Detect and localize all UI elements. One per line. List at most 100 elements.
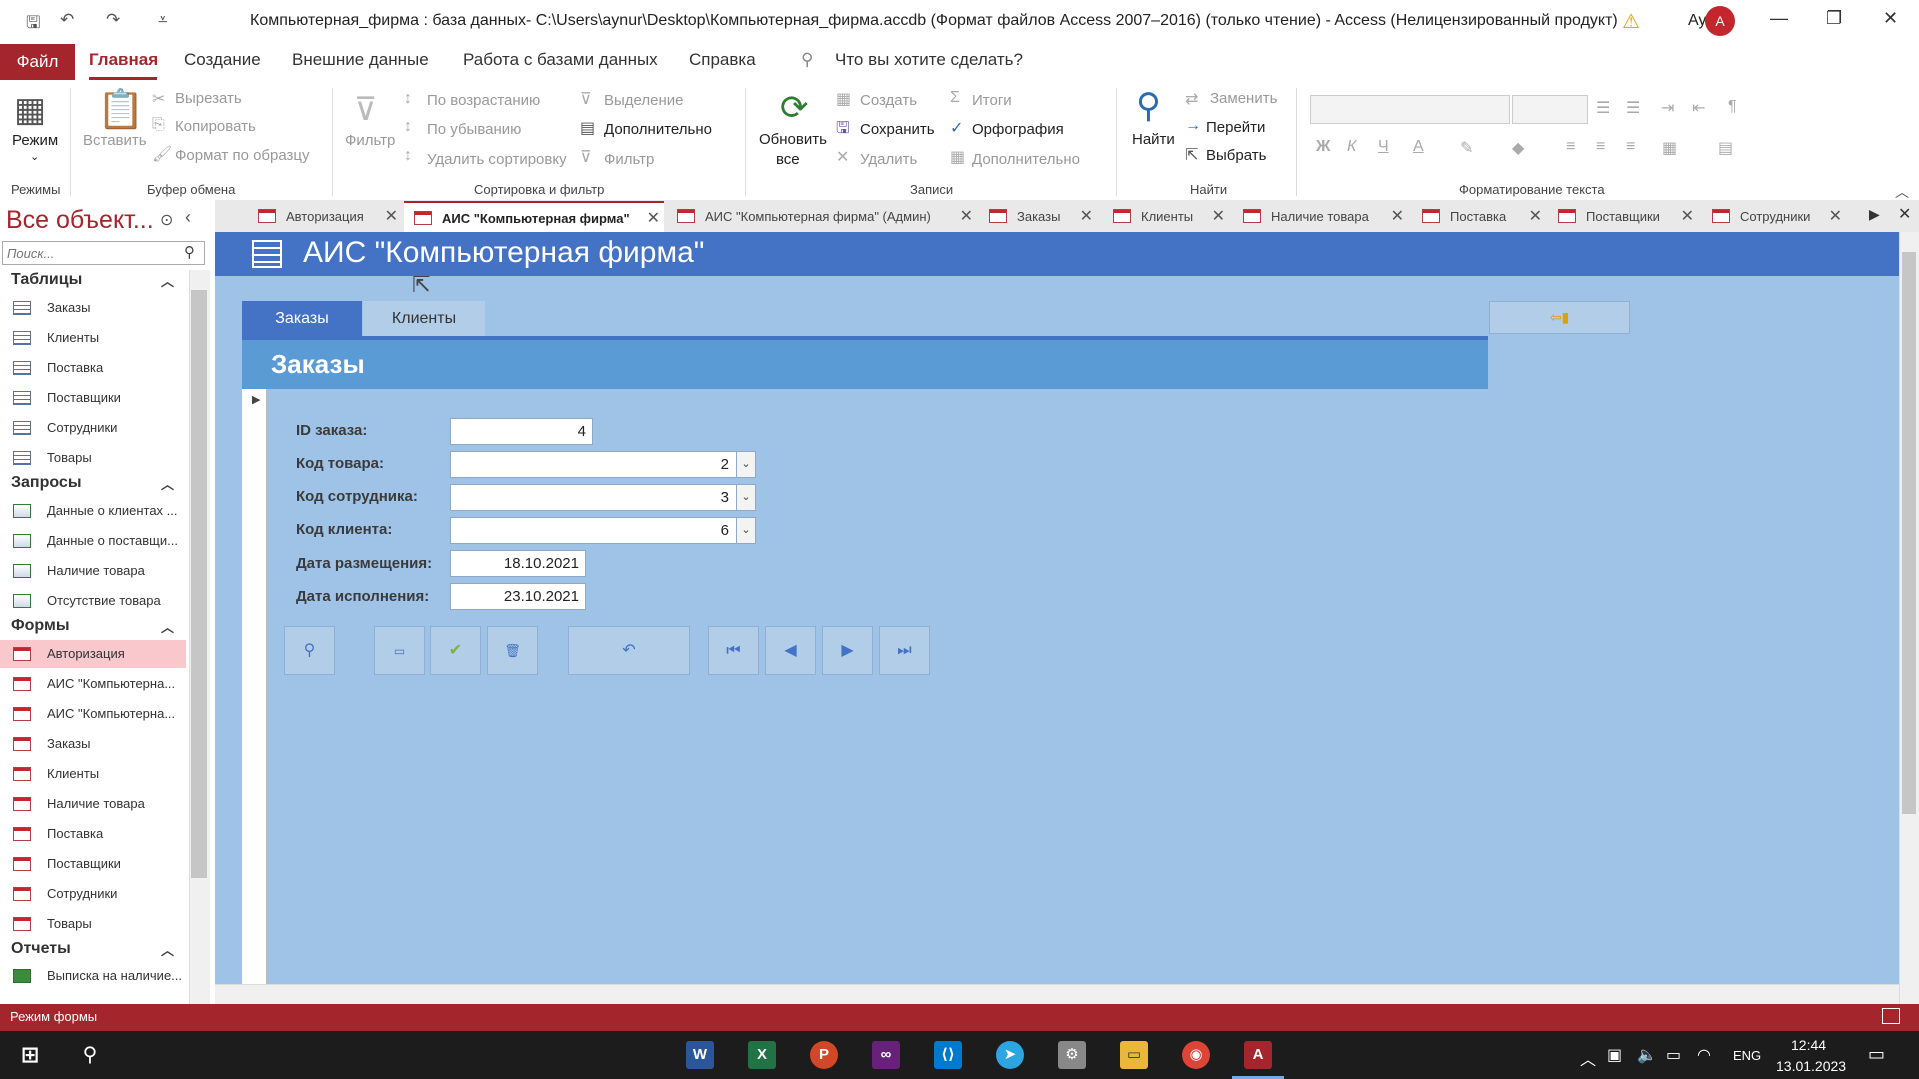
- new-record-button[interactable]: ▭: [374, 626, 425, 675]
- volume-icon[interactable]: 🔈: [1637, 1045, 1657, 1065]
- word-icon[interactable]: W: [686, 1041, 714, 1069]
- doc-tab-ais-admin[interactable]: АИС "Компьютерная фирма" (Админ) ✕: [667, 201, 977, 231]
- doc-tab-employees[interactable]: Сотрудники ✕: [1702, 201, 1846, 231]
- tab-database-tools[interactable]: Работа с базами данных: [463, 50, 658, 70]
- collapse-nav-icon[interactable]: ‹: [185, 207, 191, 228]
- close-tab-icon[interactable]: ✕: [960, 206, 973, 226]
- telegram-icon[interactable]: ➤: [996, 1041, 1024, 1069]
- nav-item-table-supply[interactable]: Поставка: [0, 354, 186, 382]
- collapse-ribbon-icon[interactable]: ︿: [1895, 182, 1909, 202]
- access-icon[interactable]: A: [1244, 1041, 1272, 1069]
- nav-item-form-auth[interactable]: Авторизация: [0, 640, 186, 668]
- doc-tab-supply[interactable]: Поставка ✕: [1412, 201, 1546, 231]
- record-selector[interactable]: [242, 389, 267, 984]
- close-tab-icon[interactable]: ✕: [385, 206, 398, 226]
- close-tab-icon[interactable]: ✕: [1391, 206, 1404, 226]
- doc-tab-stock[interactable]: Наличие товара ✕: [1233, 201, 1408, 231]
- save-icon[interactable]: 🖫: [26, 10, 40, 39]
- chevron-up-icon[interactable]: ︿: [161, 474, 174, 493]
- redo-icon[interactable]: ↷: [106, 10, 120, 30]
- select-icon[interactable]: ⇱: [1185, 145, 1198, 165]
- clock-date[interactable]: 13.01.2023: [1776, 1058, 1846, 1074]
- last-record-button[interactable]: ⏭: [879, 626, 930, 675]
- nav-item-query-clients[interactable]: Данные о клиентах ...: [0, 497, 186, 525]
- powerpoint-icon[interactable]: P: [810, 1041, 838, 1069]
- language-indicator[interactable]: ENG: [1733, 1048, 1761, 1063]
- employee-code-combo[interactable]: 3 ⌄: [450, 484, 756, 511]
- doc-tab-suppliers[interactable]: Поставщики ✕: [1548, 201, 1698, 231]
- close-tab-icon[interactable]: ✕: [1829, 206, 1842, 226]
- undo-icon[interactable]: ↶: [60, 10, 74, 30]
- spelling-icon[interactable]: ✓: [950, 118, 963, 138]
- close-tab-icon[interactable]: ✕: [1681, 206, 1694, 226]
- close-icon[interactable]: ✕: [1883, 8, 1898, 29]
- view-button[interactable]: Режим: [12, 132, 58, 149]
- refresh-all-icon[interactable]: ⟳: [780, 88, 809, 128]
- exit-button[interactable]: ⇦▮: [1489, 301, 1630, 334]
- close-tab-icon[interactable]: ✕: [1529, 206, 1542, 226]
- tell-me-input[interactable]: Что вы хотите сделать?: [835, 50, 1023, 70]
- nav-item-form-orders[interactable]: Заказы: [0, 730, 186, 758]
- close-tab-icon[interactable]: ✕: [647, 208, 660, 228]
- view-icon[interactable]: ▦: [14, 90, 46, 130]
- close-tab-icon[interactable]: ✕: [1080, 206, 1093, 226]
- doc-tab-clients[interactable]: Клиенты ✕: [1103, 201, 1229, 231]
- nav-item-table-orders[interactable]: Заказы: [0, 294, 186, 322]
- minimize-icon[interactable]: —: [1770, 8, 1788, 29]
- restore-icon[interactable]: ❐: [1826, 8, 1842, 29]
- chevron-down-icon[interactable]: ⌄: [736, 484, 756, 511]
- client-code-combo[interactable]: 6 ⌄: [450, 517, 756, 544]
- delete-record-button[interactable]: 🗑: [487, 626, 538, 675]
- nav-search-input[interactable]: [2, 241, 205, 265]
- find-button[interactable]: Найти: [1132, 131, 1175, 148]
- chevron-down-icon[interactable]: ⌄: [736, 517, 756, 544]
- undo-button[interactable]: ↶: [568, 626, 690, 675]
- save-record-icon[interactable]: 🖫: [836, 117, 850, 144]
- pdf-app-icon[interactable]: ⚙: [1058, 1041, 1086, 1069]
- nav-scrollbar-thumb[interactable]: [191, 290, 207, 878]
- advanced-filter-icon[interactable]: ▤: [580, 118, 595, 138]
- next-record-button[interactable]: ▶: [822, 626, 873, 675]
- form-horizontal-scrollbar[interactable]: [215, 984, 1899, 1005]
- nav-menu-icon[interactable]: ⊙: [160, 210, 173, 230]
- nav-item-table-employees[interactable]: Сотрудники: [0, 414, 186, 442]
- network-icon[interactable]: ▣: [1607, 1045, 1622, 1065]
- nav-item-table-clients[interactable]: Клиенты: [0, 324, 186, 352]
- search-icon[interactable]: ⚲: [184, 243, 195, 261]
- nav-item-query-suppliers[interactable]: Данные о поставщи...: [0, 527, 186, 555]
- clock-time[interactable]: 12:44: [1791, 1037, 1826, 1053]
- tab-create[interactable]: Создание: [184, 50, 261, 70]
- order-id-field[interactable]: 4: [450, 418, 593, 445]
- goto-button[interactable]: Перейти: [1206, 119, 1265, 136]
- customize-quick-access-icon[interactable]: ⩡: [158, 10, 168, 30]
- tab-orders[interactable]: Заказы: [242, 301, 362, 336]
- nav-item-table-suppliers[interactable]: Поставщики: [0, 384, 186, 412]
- advanced-filter-button[interactable]: Дополнительно: [604, 121, 712, 138]
- doc-tab-ais[interactable]: АИС "Компьютерная фирма" ✕: [404, 201, 664, 233]
- close-tab-icon[interactable]: ✕: [1212, 206, 1225, 226]
- refresh-all-button-line2[interactable]: все: [776, 151, 800, 168]
- nav-item-form-ais-admin[interactable]: АИС "Компьютерна...: [0, 700, 186, 728]
- form-view-icon[interactable]: [1882, 1008, 1900, 1024]
- tab-help[interactable]: Справка: [689, 50, 756, 70]
- nav-item-form-employees[interactable]: Сотрудники: [0, 880, 186, 908]
- nav-group-reports[interactable]: Отчеты ︿: [11, 940, 174, 958]
- nav-item-query-stock[interactable]: Наличие товара: [0, 557, 186, 585]
- tabs-scroll-right-icon[interactable]: ▶: [1869, 206, 1880, 223]
- spelling-button[interactable]: Орфография: [972, 121, 1064, 138]
- save-record-button[interactable]: ✔: [430, 626, 481, 675]
- nav-item-form-clients[interactable]: Клиенты: [0, 760, 186, 788]
- vscode-icon[interactable]: ⟨⟩: [934, 1041, 962, 1069]
- windows-start-icon[interactable]: ⊞: [16, 1041, 44, 1069]
- nav-pane-title[interactable]: Все объект...: [6, 206, 154, 235]
- form-scrollbar-thumb[interactable]: [1902, 252, 1916, 814]
- tab-external-data[interactable]: Внешние данные: [292, 50, 429, 70]
- nav-item-query-out-of-stock[interactable]: Отсутствие товара: [0, 587, 186, 615]
- nav-item-form-goods[interactable]: Товары: [0, 910, 186, 938]
- doc-tab-auth[interactable]: Авторизация ✕: [248, 201, 402, 231]
- chevron-down-icon[interactable]: ⌄: [736, 451, 756, 478]
- tab-file[interactable]: Файл: [0, 44, 75, 80]
- file-explorer-icon[interactable]: ▭: [1120, 1041, 1148, 1069]
- goto-icon[interactable]: →: [1185, 117, 1201, 135]
- find-icon[interactable]: ⚲: [1136, 86, 1161, 126]
